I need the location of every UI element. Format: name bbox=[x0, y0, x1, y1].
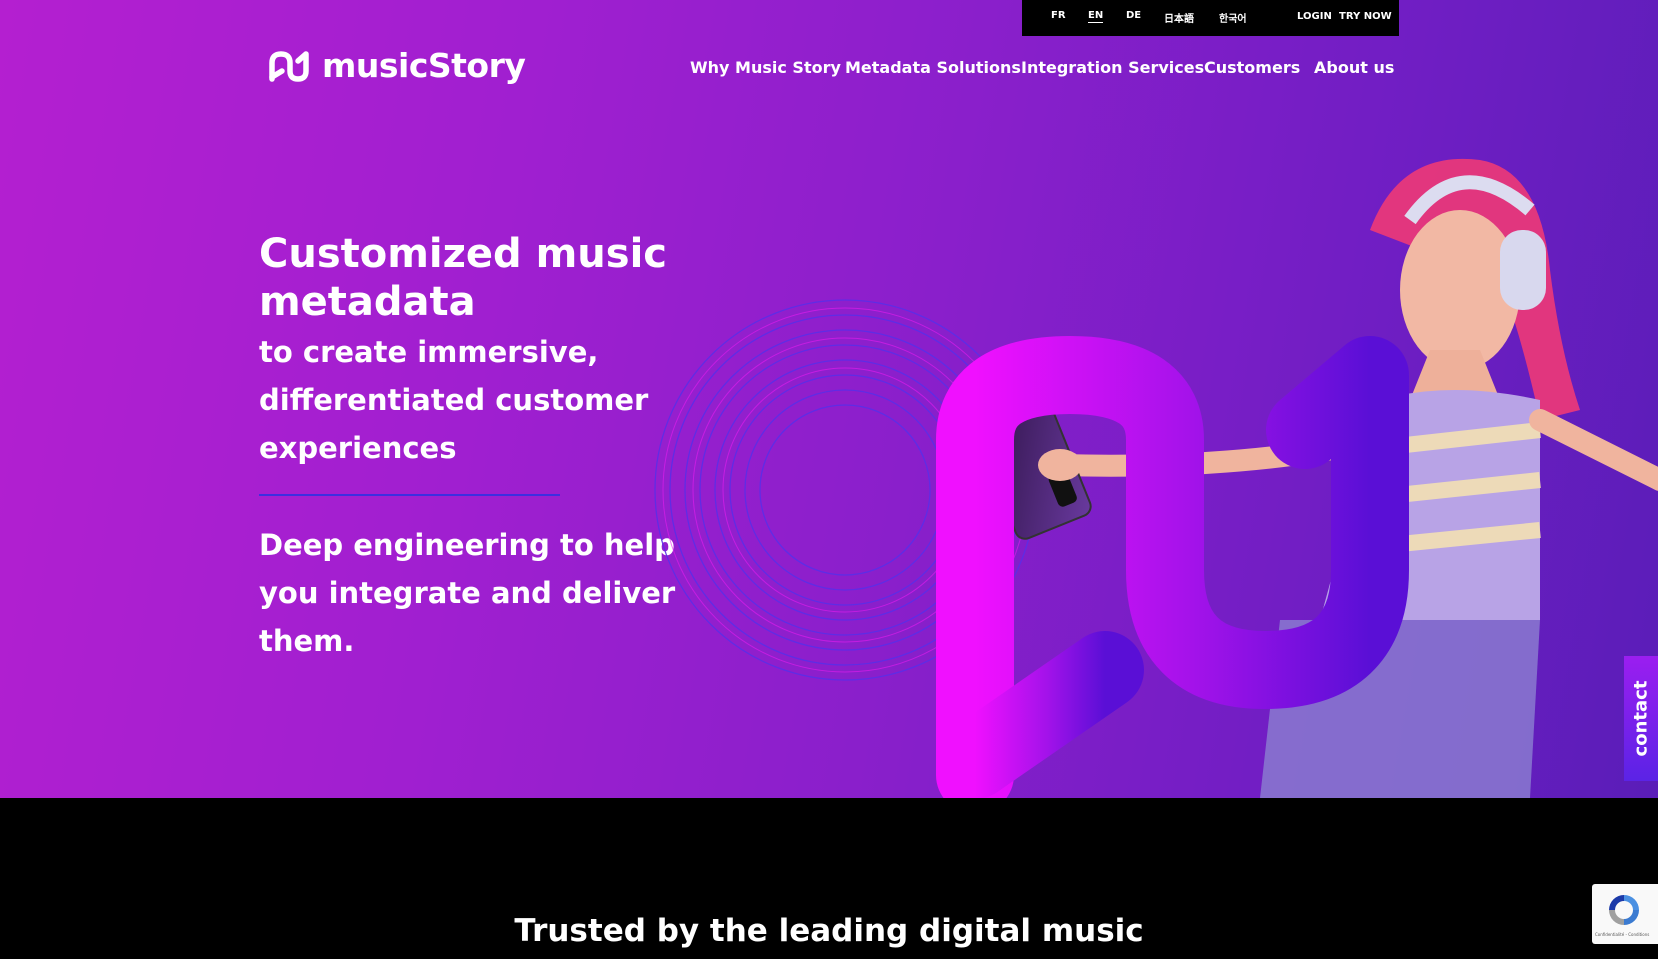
nav-why-music-story[interactable]: Why Music Story bbox=[690, 58, 841, 77]
hero-headline: Customized music metadata bbox=[259, 231, 667, 325]
lang-de[interactable]: DE bbox=[1126, 10, 1141, 21]
hero-illustration bbox=[936, 158, 1658, 798]
nav-about-us[interactable]: About us bbox=[1314, 58, 1394, 77]
hero-tagline: Deep engineering to help you integrate a… bbox=[259, 528, 676, 658]
hero-section: FR EN DE 日本語 한국어 LOGIN TRY NOW musicStor… bbox=[0, 0, 1658, 798]
nav-metadata-solutions[interactable]: Metadata Solutions bbox=[845, 58, 1021, 77]
trusted-title: Trusted by the leading digital music bbox=[514, 913, 1144, 949]
brand-name: musicStory bbox=[322, 46, 526, 85]
headphones-cup bbox=[1500, 230, 1546, 310]
nav-customers[interactable]: Customers bbox=[1204, 58, 1300, 77]
lang-ja[interactable]: 日本語 bbox=[1164, 10, 1194, 25]
nav-integration-services[interactable]: Integration Services bbox=[1021, 58, 1204, 77]
brand-logo[interactable]: musicStory bbox=[268, 46, 526, 85]
contact-tab[interactable]: contact bbox=[1624, 656, 1658, 781]
utility-bar: FR EN DE 日本語 한국어 LOGIN TRY NOW bbox=[1022, 0, 1399, 36]
recaptcha-icon bbox=[1609, 895, 1639, 925]
lang-fr[interactable]: FR bbox=[1051, 10, 1066, 21]
recaptcha-links[interactable]: Confidentialité - Conditions bbox=[1595, 932, 1649, 937]
hero-divider bbox=[259, 494, 560, 496]
login-link[interactable]: LOGIN bbox=[1297, 11, 1332, 22]
lang-en[interactable]: EN bbox=[1088, 10, 1104, 23]
try-now-link[interactable]: TRY NOW bbox=[1339, 11, 1392, 22]
musicstory-logo-icon bbox=[269, 50, 309, 82]
lang-ko[interactable]: 한국어 bbox=[1219, 10, 1247, 25]
hero-subheadline: to create immersive, differentiated cust… bbox=[259, 335, 649, 465]
recaptcha-badge[interactable]: Confidentialité - Conditions bbox=[1592, 884, 1658, 944]
contact-tab-label: contact bbox=[1630, 680, 1652, 757]
